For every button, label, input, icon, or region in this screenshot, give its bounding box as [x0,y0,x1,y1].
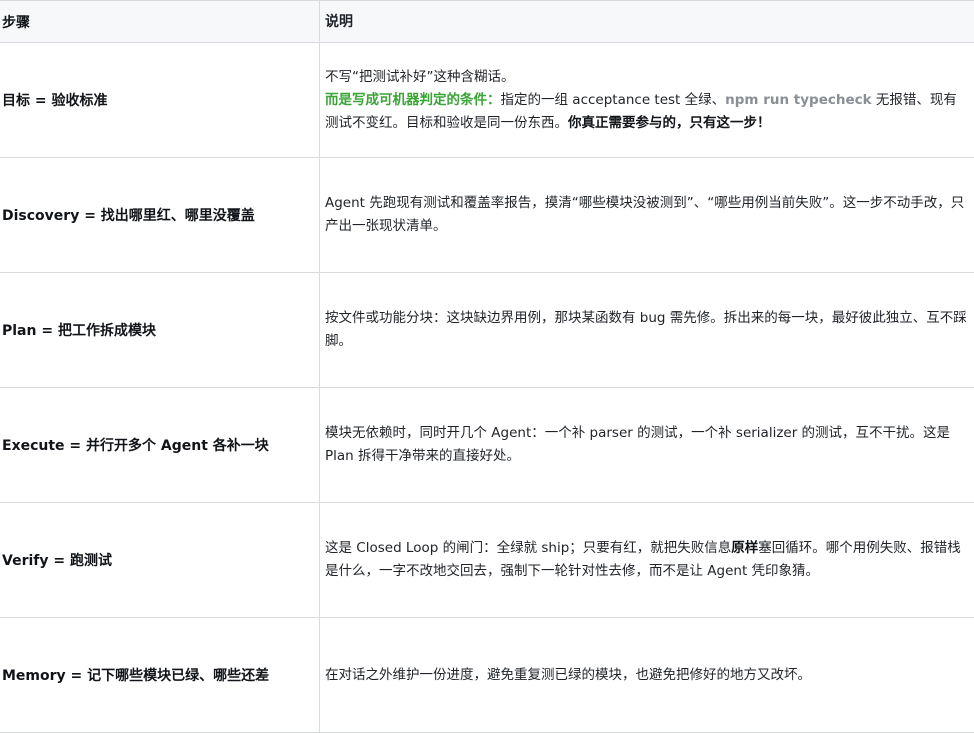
desc-segment: 在对话之外维护一份进度，避免重复测已绿的模块，也避免把修好的地方又改坏。 [325,666,811,683]
desc-segment: 指定的一组 acceptance test 全绿、 [500,91,726,108]
desc-text: 按文件或功能分块：这块缺边界用例，那块某函数有 bug 需先修。拆出来的每一块，… [325,307,968,353]
desc-cell: 这是 Closed Loop 的闸门：全绿就 ship；只要有红，就把失败信息原… [320,503,974,618]
desc-segment: 这是 Closed Loop 的闸门：全绿就 ship；只要有红，就把失败信息 [325,540,732,556]
step-cell: Verify = 跑测试 [0,503,320,618]
desc-segment: 不写“把测试补好”这种含糊话。 [325,68,515,85]
desc-cell: 模块无依赖时，同时开几个 Agent：一个补 parser 的测试，一个补 se… [320,388,974,503]
desc-text: 模块无依赖时，同时开几个 Agent：一个补 parser 的测试，一个补 se… [325,422,968,468]
step-cell: Memory = 记下哪些模块已绿、哪些还差 [0,618,320,733]
step-cell: Discovery = 找出哪里红、哪里没覆盖 [0,158,320,273]
desc-text: Agent 先跑现有测试和覆盖率报告，摸清“哪些模块没被测到”、“哪些用例当前失… [325,192,968,238]
step-cell: Plan = 把工作拆成模块 [0,273,320,388]
desc-strong-segment: 原样 [731,540,759,556]
desc-segment: Agent 先跑现有测试和覆盖率报告，摸清“哪些模块没被测到”、“哪些用例当前失… [325,195,965,234]
step-cell: Execute = 并行开多个 Agent 各补一块 [0,388,320,503]
desc-segment: 按文件或功能分块：这块缺边界用例，那块某函数有 bug 需先修。拆出来的每一块，… [325,310,967,349]
steps-table: 步骤 说明 目标 = 验收标准 不写“把测试补好”这种含糊话。 而是写成可机器判定的… [0,0,974,733]
desc-segment: 模块无依赖时，同时开几个 Agent：一个补 parser 的测试，一个补 se… [325,425,951,464]
header-desc: 说明 [320,1,974,43]
step-cell: 目标 = 验收标准 [0,43,320,158]
desc-text: 不写“把测试补好”这种含糊话。 而是写成可机器判定的条件：指定的一组 accept… [325,66,968,135]
desc-cell: 按文件或功能分块：这块缺边界用例，那块某函数有 bug 需先修。拆出来的每一块，… [320,273,974,388]
desc-strong-segment: 你真正需要参与的，只有这一步！ [568,114,771,131]
desc-cell: Agent 先跑现有测试和覆盖率报告，摸清“哪些模块没被测到”、“哪些用例当前失… [320,158,974,273]
desc-text: 在对话之外维护一份进度，避免重复测已绿的模块，也避免把修好的地方又改坏。 [325,664,811,687]
header-step: 步骤 [0,1,320,43]
desc-cell: 不写“把测试补好”这种含糊话。 而是写成可机器判定的条件：指定的一组 accept… [320,43,974,158]
desc-text: 这是 Closed Loop 的闸门：全绿就 ship；只要有红，就把失败信息原… [325,537,968,583]
desc-green-segment: 而是写成可机器判定的条件： [325,91,501,108]
desc-cell: 在对话之外维护一份进度，避免重复测已绿的模块，也避免把修好的地方又改坏。 [320,618,974,733]
desc-code-segment: npm run typecheck [725,91,872,108]
